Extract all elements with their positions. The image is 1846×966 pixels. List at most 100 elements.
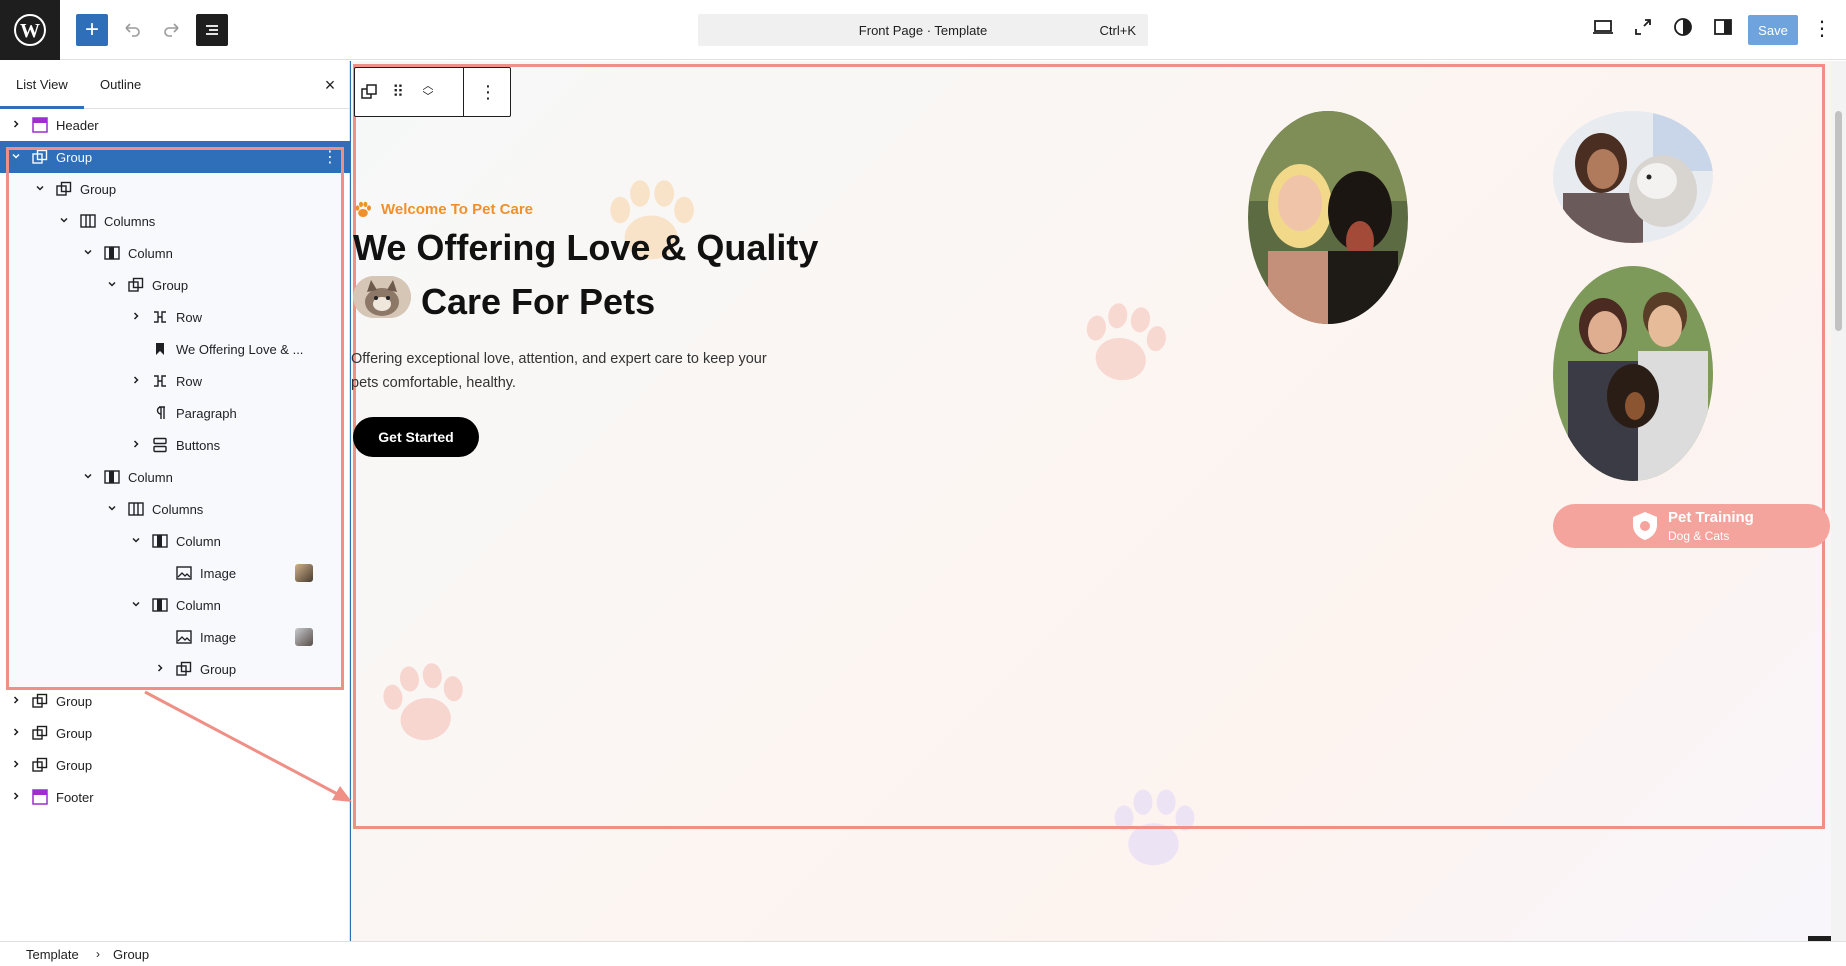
editor-canvas[interactable]: ⠿ ︿ ﹀ ⋮ Welcome To Pet Care We Offering L… <box>350 61 1831 941</box>
list-view-item[interactable]: Buttons <box>0 429 350 461</box>
chevron-right-icon[interactable] <box>10 118 22 130</box>
list-view-item[interactable]: We Offering Love & ... <box>0 333 350 365</box>
group-icon <box>32 149 48 165</box>
svg-text:W: W <box>20 20 40 42</box>
chevron-down-icon[interactable] <box>130 598 142 610</box>
woman-with-doberman-image <box>1248 111 1408 324</box>
welcome-tagline: Welcome To Pet Care <box>381 201 533 218</box>
chevron-down-icon[interactable] <box>82 246 94 258</box>
columns-icon <box>128 501 144 517</box>
pet-training-badge: Pet Training Dog & Cats <box>1553 504 1830 548</box>
paragraph-icon <box>152 405 168 421</box>
list-view-panel: List View Outline × Header Group ⋮ Group Col… <box>0 61 350 941</box>
chevron-down-icon[interactable] <box>82 470 94 482</box>
more-vertical-icon[interactable]: ⋮ <box>1812 16 1832 41</box>
group-block-type-button[interactable] <box>355 68 383 116</box>
tab-list-view[interactable]: List View <box>16 77 68 92</box>
move-up-down-button[interactable]: ︿ ﹀ <box>413 68 443 116</box>
chevron-right-icon[interactable] <box>130 310 142 322</box>
chevron-down-icon[interactable] <box>34 182 46 194</box>
shield-icon <box>1633 512 1657 540</box>
save-button[interactable]: Save <box>1748 15 1798 45</box>
breadcrumb-separator-icon: › <box>96 947 100 961</box>
chevron-right-icon[interactable] <box>130 438 142 450</box>
drag-handle[interactable]: ⠿ <box>385 68 411 116</box>
list-view-item[interactable]: Paragraph <box>0 397 350 429</box>
list-view-item[interactable]: Column <box>0 589 350 621</box>
hero-heading: We Offering Love & Quality Care For Pets <box>353 221 873 329</box>
chevron-down-icon[interactable] <box>106 502 118 514</box>
list-view-item[interactable]: Row <box>0 301 350 333</box>
list-view-item[interactable]: Columns <box>0 205 350 237</box>
device-preview-button[interactable] <box>1590 14 1616 45</box>
list-view-icon <box>206 25 218 35</box>
image-icon <box>176 629 192 645</box>
chevron-down-icon[interactable] <box>130 534 142 546</box>
breadcrumb-template[interactable]: Template <box>26 947 79 962</box>
get-started-button[interactable]: Get Started <box>353 417 479 457</box>
list-view-item[interactable]: Group <box>0 269 350 301</box>
wordpress-logo-icon[interactable]: W <box>0 0 60 60</box>
block-options-button[interactable]: ⋮ <box>465 68 511 116</box>
column-icon <box>104 469 120 485</box>
redo-button[interactable] <box>156 14 188 46</box>
list-view-item[interactable]: Footer <box>0 781 350 813</box>
tab-outline[interactable]: Outline <box>100 77 141 92</box>
list-view-item-label: Row <box>176 310 203 325</box>
scroll-thumb[interactable] <box>1835 111 1842 331</box>
more-vertical-icon[interactable]: ⋮ <box>322 147 338 167</box>
chevron-down-icon[interactable] <box>106 278 118 290</box>
list-view-item-label: Buttons <box>176 438 221 453</box>
list-view-item[interactable]: Group <box>0 717 350 749</box>
list-view-item[interactable]: Header <box>0 109 350 141</box>
column-icon <box>152 597 168 613</box>
breadcrumb-group[interactable]: Group <box>113 947 149 962</box>
close-icon: × <box>324 75 336 95</box>
group-icon <box>32 757 48 773</box>
list-view-item[interactable]: Image <box>0 621 350 653</box>
canvas-scrollbar[interactable] <box>1831 61 1846 941</box>
list-view-item-label: Column <box>176 598 221 613</box>
group-icon <box>32 725 48 741</box>
list-view-item[interactable]: Row <box>0 365 350 397</box>
add-block-button[interactable]: + <box>76 14 108 46</box>
chevron-right-icon[interactable] <box>10 790 22 802</box>
group-icon <box>128 277 144 293</box>
list-view-item[interactable]: Group <box>0 749 350 781</box>
heading-line-2: Care For Pets <box>421 281 656 322</box>
desktop-view-icon <box>1593 20 1613 34</box>
group-icon <box>176 661 192 677</box>
list-view-item[interactable]: Group ⋮ <box>0 141 350 173</box>
chevron-down-icon[interactable] <box>58 214 70 226</box>
list-view-item[interactable]: Column <box>0 237 350 269</box>
styles-button[interactable] <box>1670 14 1696 45</box>
list-view-item[interactable]: Columns <box>0 493 350 525</box>
list-view-item[interactable]: Group <box>0 685 350 717</box>
chevron-right-icon[interactable] <box>130 374 142 386</box>
chevron-right-icon[interactable] <box>154 662 166 674</box>
fullscreen-button[interactable] <box>1630 14 1656 45</box>
command-palette-bar[interactable]: Front Page · Template Ctrl+K <box>698 14 1148 46</box>
list-view-item[interactable]: Column <box>0 525 350 557</box>
chevron-right-icon[interactable] <box>10 726 22 738</box>
chevron-right-icon[interactable] <box>10 694 22 706</box>
list-view-item-label: Group <box>152 278 189 293</box>
list-view-item-label: Image <box>200 566 237 581</box>
list-view-item-label: Row <box>176 374 203 389</box>
command-shortcut: Ctrl+K <box>1099 23 1136 38</box>
settings-sidebar-button[interactable] <box>1710 14 1736 45</box>
document-title: Front Page · Template <box>858 23 988 38</box>
chevron-down-icon[interactable] <box>10 150 22 162</box>
list-view-item[interactable]: Column <box>0 461 350 493</box>
list-view-item-label: Group <box>56 726 93 741</box>
list-view-item[interactable]: Image <box>0 557 350 589</box>
chevron-right-icon[interactable] <box>10 758 22 770</box>
list-view-item-label: Image <box>200 630 237 645</box>
list-view-item[interactable]: Group <box>0 653 350 685</box>
row-icon <box>152 373 168 389</box>
fullscreen-icon <box>1635 19 1651 35</box>
undo-button[interactable] <box>116 14 148 46</box>
document-overview-button[interactable] <box>196 14 228 46</box>
list-view-item[interactable]: Group <box>0 173 350 205</box>
close-panel-button[interactable]: × <box>318 73 342 97</box>
